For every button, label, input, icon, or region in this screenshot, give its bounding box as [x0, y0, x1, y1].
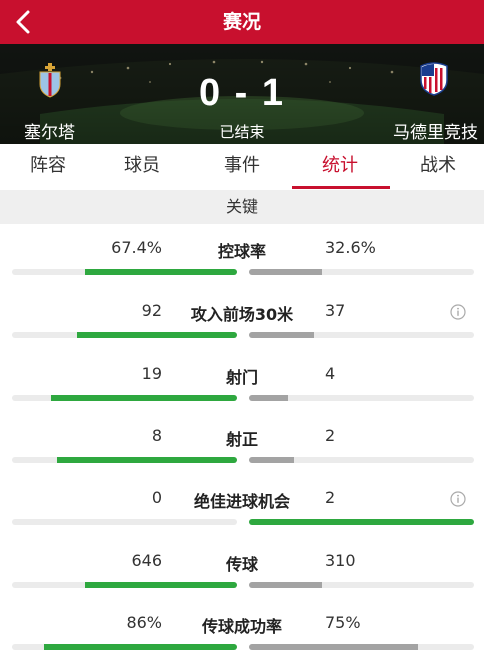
tab-tactics[interactable]: 战术: [390, 144, 484, 190]
home-bar-fill: [43, 644, 237, 650]
home-bar-fill: [51, 395, 237, 401]
stat-label: 绝佳进球机会: [193, 492, 290, 511]
match-header: 塞尔塔 0 - 1 已结束 马德里竞技: [0, 44, 484, 144]
away-bar-track: [249, 332, 474, 338]
match-score: 0 - 1: [198, 72, 286, 114]
stat-away-value: 4: [325, 364, 336, 383]
home-bar-track: [12, 395, 237, 401]
stat-row-pass-accuracy: 86% 传球成功率 75%: [0, 613, 484, 658]
stat-row-possession: 67.4% 控球率 32.6%: [0, 238, 484, 300]
home-bar-track: [12, 582, 237, 588]
tab-players[interactable]: 球员: [94, 144, 190, 190]
away-bar-fill: [249, 582, 322, 588]
tab-bar: 阵容 球员 事件 统计 战术: [0, 144, 484, 190]
home-bar-fill: [76, 332, 237, 338]
home-bar-track: [12, 644, 237, 650]
stat-away-value: 37: [325, 301, 346, 320]
info-icon[interactable]: [450, 491, 466, 507]
away-bar-track: [249, 519, 474, 525]
stat-row-big-chances: 0 绝佳进球机会 2: [0, 488, 484, 550]
top-bar: 赛况: [0, 0, 484, 44]
stat-label: 传球: [225, 555, 258, 574]
away-bar-fill: [249, 269, 323, 275]
home-bar-track: [12, 457, 237, 463]
away-bar-track: [249, 582, 474, 588]
away-bar-track: [249, 457, 474, 463]
home-bar-track: [12, 269, 237, 275]
stat-label: 攻入前场30米: [190, 305, 294, 324]
tab-lineup[interactable]: 阵容: [0, 144, 96, 190]
stat-label: 射门: [225, 368, 258, 387]
section-header-key: 关键: [0, 190, 484, 224]
stat-label: 传球成功率: [201, 617, 282, 636]
away-bar-track: [249, 644, 474, 650]
home-bar-track: [12, 332, 237, 338]
stat-row-passes: 646 传球 310: [0, 551, 484, 613]
home-bar-fill: [57, 457, 237, 463]
home-bar-fill: [84, 582, 237, 588]
active-tab-indicator: [292, 186, 390, 189]
away-bar-fill: [249, 332, 314, 338]
home-bar-track: [12, 519, 237, 525]
away-bar-fill: [249, 519, 474, 525]
tab-events[interactable]: 事件: [194, 144, 290, 190]
home-bar-fill: [85, 269, 237, 275]
stat-label: 射正: [225, 430, 258, 449]
stat-label: 控球率: [217, 242, 266, 261]
page-title: 赛况: [222, 11, 261, 33]
away-bar-fill: [249, 644, 418, 650]
stat-away-value: 2: [325, 426, 336, 445]
stat-row-shots-on-target: 8 射正 2: [0, 426, 484, 488]
info-icon[interactable]: [450, 304, 466, 320]
away-bar-fill: [249, 457, 294, 463]
tab-stats[interactable]: 统计: [292, 144, 388, 190]
away-team-name: 马德里竞技: [393, 123, 478, 143]
stat-row-final-third-entries: 92 攻入前场30米 37: [0, 301, 484, 363]
stat-away-value: 32.6%: [325, 238, 376, 257]
away-bar-track: [249, 395, 474, 401]
away-bar-track: [249, 269, 474, 275]
stat-away-value: 75%: [325, 613, 361, 632]
away-bar-fill: [249, 395, 289, 401]
stat-row-shots: 19 射门 4: [0, 364, 484, 426]
stat-away-value: 2: [325, 488, 336, 507]
stat-away-value: 310: [325, 551, 356, 570]
